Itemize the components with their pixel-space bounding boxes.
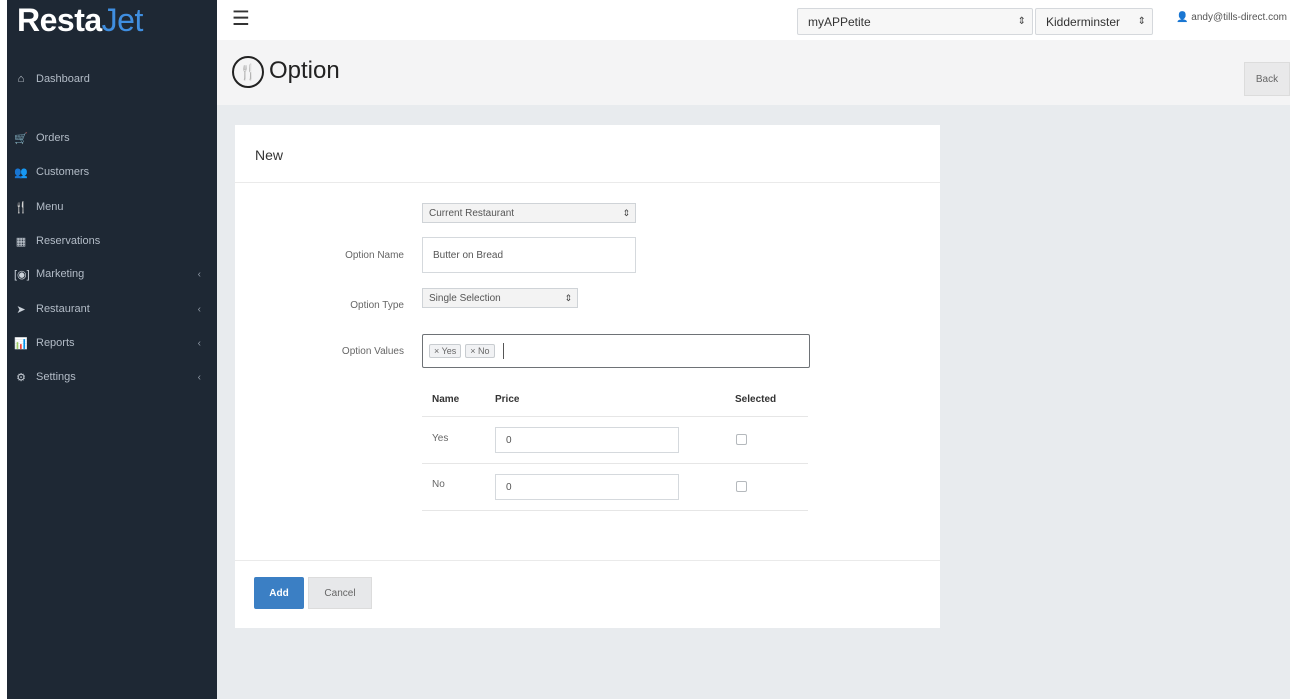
cutlery-icon: 🍴 xyxy=(232,56,264,88)
option-type-label: Option Type xyxy=(350,300,404,311)
location-select[interactable]: Kidderminster ⇕ xyxy=(1035,8,1153,35)
sidebar-item-dashboard[interactable]: ⌂ Dashboard xyxy=(7,67,217,91)
sidebar-item-settings[interactable]: ⚙ Settings ‹ xyxy=(7,365,217,389)
tag-yes[interactable]: × Yes xyxy=(429,344,462,358)
row-name: No xyxy=(432,479,445,490)
option-type-select[interactable]: Single Selection ⇕ xyxy=(422,288,578,308)
sidebar-item-label: Menu xyxy=(36,201,64,213)
chevron-left-icon: ‹ xyxy=(197,337,201,349)
app-select[interactable]: myAPPetite ⇕ xyxy=(797,8,1033,35)
chevron-left-icon: ‹ xyxy=(197,303,201,315)
page-title: Option xyxy=(269,57,340,84)
selected-checkbox[interactable] xyxy=(736,434,747,445)
option-form-panel: New Current Restaurant ⇕ Option Name But… xyxy=(235,125,940,628)
tag-no[interactable]: × No xyxy=(465,344,495,358)
select-arrows-icon: ⇕ xyxy=(1017,16,1026,27)
sidebar-item-label: Dashboard xyxy=(36,73,90,85)
users-icon: 👥 xyxy=(14,166,28,179)
cutlery-icon: 🍴 xyxy=(14,201,28,214)
sidebar-item-reservations[interactable]: ▦ Reservations xyxy=(7,229,217,253)
cancel-button[interactable]: Cancel xyxy=(308,577,372,609)
panel-title: New xyxy=(255,147,284,163)
sidebar-item-label: Reports xyxy=(36,337,75,349)
sidebar-item-restaurant[interactable]: ➤ Restaurant ‹ xyxy=(7,297,217,321)
row-divider xyxy=(422,463,808,464)
sidebar-item-label: Reservations xyxy=(36,235,101,247)
sidebar-item-label: Marketing xyxy=(36,268,85,280)
column-header-selected: Selected xyxy=(735,394,777,405)
top-bar: ☰ myAPPetite ⇕ Kidderminster ⇕ 👤 andy@ti… xyxy=(217,0,1297,40)
page-header: 🍴 Option Back xyxy=(217,40,1290,105)
chevron-left-icon: ‹ xyxy=(197,371,201,383)
sidebar-item-label: Orders xyxy=(36,132,70,144)
sidebar-item-reports[interactable]: 📊 Reports ‹ xyxy=(7,331,217,355)
option-values-tags-input[interactable]: × Yes × No xyxy=(422,334,810,368)
sidebar: RestaJet ⌂ Dashboard 🛒 Orders 👥 Customer… xyxy=(7,0,217,699)
option-name-label: Option Name xyxy=(345,250,404,261)
sidebar-item-label: Restaurant xyxy=(36,303,90,315)
sidebar-item-menu[interactable]: 🍴 Menu xyxy=(7,195,217,219)
sidebar-item-marketing[interactable]: [◉] Marketing ‹ xyxy=(7,262,217,286)
row-divider xyxy=(422,510,808,511)
calendar-icon: ▦ xyxy=(15,235,27,248)
text-cursor xyxy=(502,343,504,359)
select-arrows-icon: ⇕ xyxy=(564,292,572,303)
column-header-name: Name xyxy=(432,394,460,405)
panel-header: New xyxy=(235,125,940,183)
sidebar-item-label: Settings xyxy=(36,371,76,383)
cart-icon: 🛒 xyxy=(14,132,28,145)
location-arrow-icon: ➤ xyxy=(16,303,26,316)
user-menu[interactable]: 👤 andy@tills-direct.com xyxy=(1176,12,1287,23)
gear-icon: ⚙ xyxy=(16,371,26,384)
hamburger-menu-icon[interactable]: ☰ xyxy=(232,6,250,31)
selected-checkbox[interactable] xyxy=(736,481,747,492)
back-button[interactable]: Back xyxy=(1244,62,1290,96)
price-input[interactable]: 0 xyxy=(495,474,679,500)
sidebar-item-label: Customers xyxy=(36,166,90,178)
dashboard-icon: ⌂ xyxy=(17,73,25,85)
sidebar-item-customers[interactable]: 👥 Customers xyxy=(7,160,217,184)
select-arrows-icon: ⇕ xyxy=(622,207,630,218)
option-values-label: Option Values xyxy=(341,346,404,357)
chevron-left-icon: ‹ xyxy=(197,268,201,280)
option-name-input[interactable]: Butter on Bread xyxy=(422,237,636,273)
select-arrows-icon: ⇕ xyxy=(1137,16,1146,27)
brand-logo[interactable]: RestaJet xyxy=(17,2,143,39)
scope-select[interactable]: Current Restaurant ⇕ xyxy=(422,203,636,223)
content-area: New Current Restaurant ⇕ Option Name But… xyxy=(217,105,1290,699)
add-button[interactable]: Add xyxy=(254,577,304,609)
user-icon: 👤 xyxy=(1176,12,1189,23)
column-header-price: Price xyxy=(495,394,520,405)
price-input[interactable]: 0 xyxy=(495,427,679,453)
row-divider xyxy=(422,416,808,417)
sidebar-item-orders[interactable]: 🛒 Orders xyxy=(7,126,217,150)
row-name: Yes xyxy=(432,433,449,444)
marketing-icon: [◉] xyxy=(14,268,30,281)
bar-chart-icon: 📊 xyxy=(14,337,28,350)
